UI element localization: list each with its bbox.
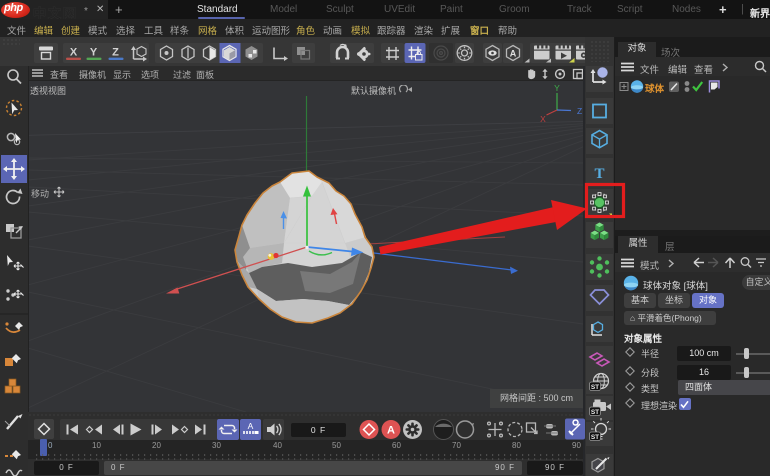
- svg-text:X: X: [540, 114, 546, 124]
- svg-text:ST: ST: [591, 384, 599, 391]
- svg-text:A: A: [248, 421, 254, 431]
- svg-text:ST: ST: [591, 434, 599, 441]
- svg-text:Y: Y: [90, 47, 98, 59]
- svg-text:Z: Z: [577, 106, 582, 116]
- svg-text:A: A: [387, 425, 395, 437]
- svg-text:ST: ST: [591, 409, 599, 416]
- svg-text:A: A: [510, 49, 517, 59]
- svg-text:Z: Z: [112, 47, 119, 59]
- svg-text:X: X: [70, 47, 78, 59]
- svg-text:T: T: [594, 166, 604, 182]
- svg-text:Y: Y: [554, 83, 560, 93]
